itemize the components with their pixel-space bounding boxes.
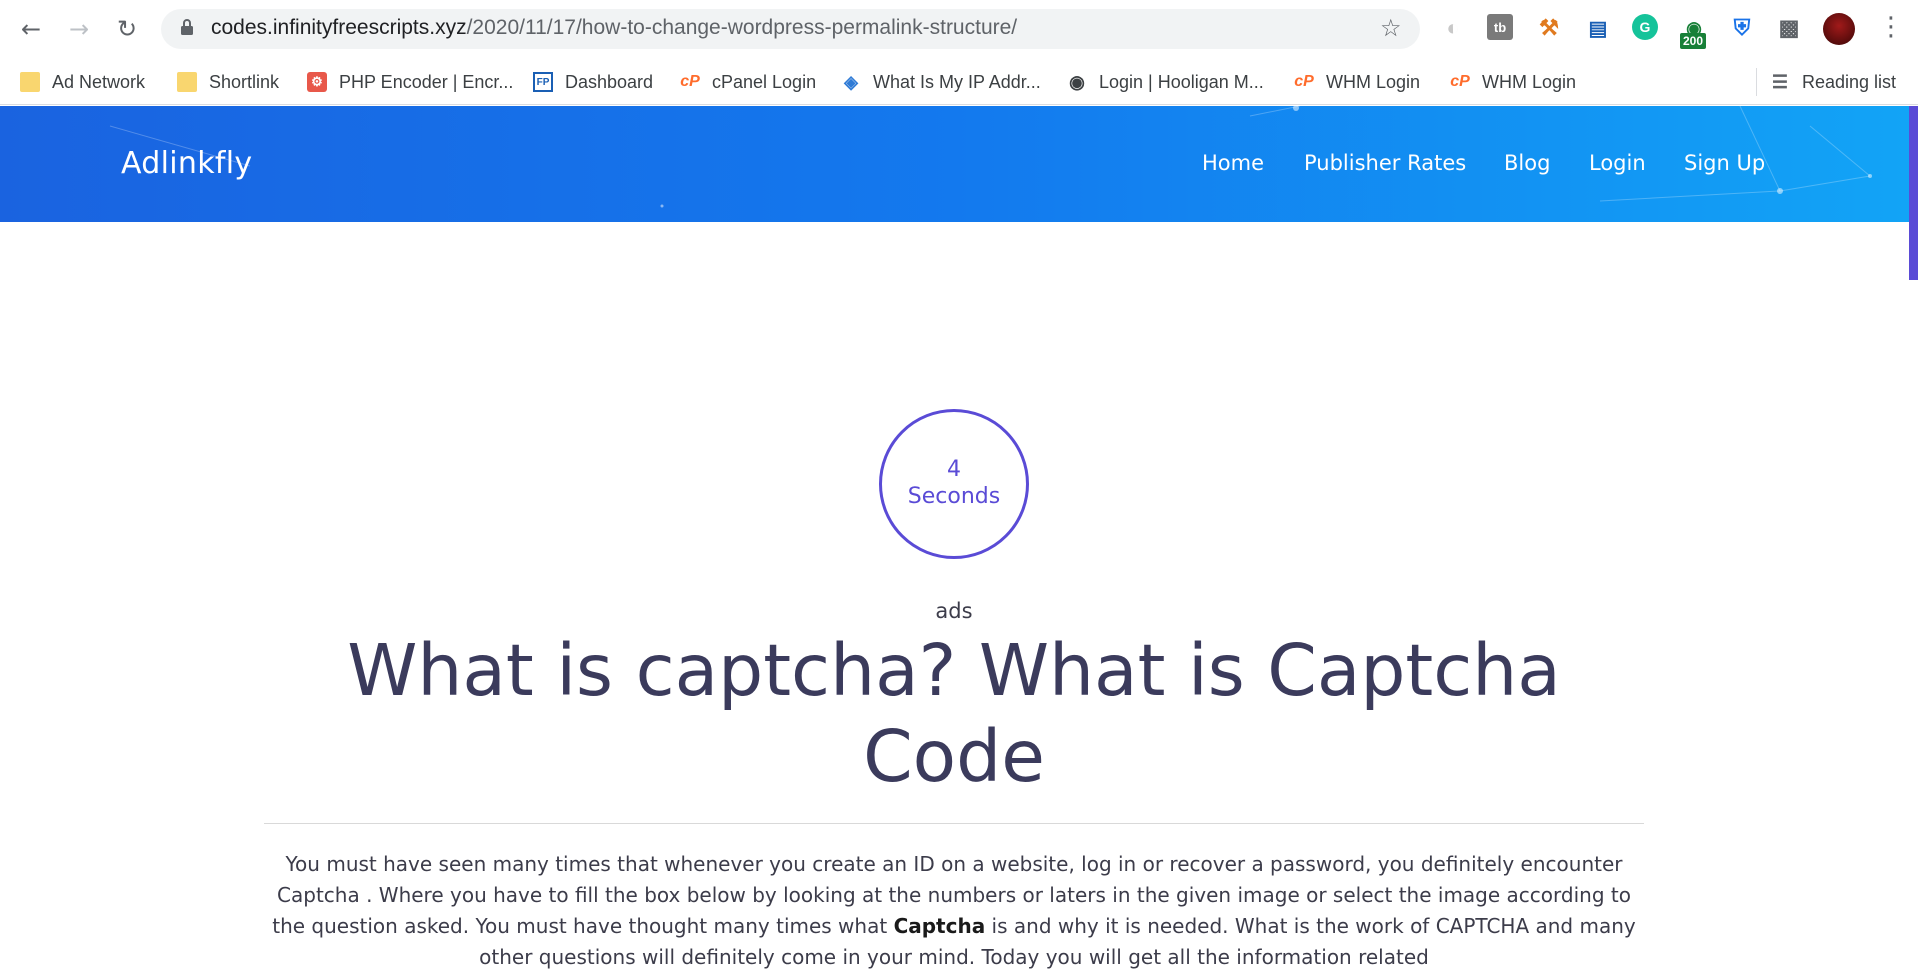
site-header: Adlinkfly Home Publisher Rates Blog Logi… (0, 106, 1912, 222)
url-path: /2020/11/17/how-to-change-wordpress-perm… (466, 16, 1018, 39)
reading-list-label: Reading list (1802, 71, 1897, 92)
browser-toolbar: ← → ↻ codes.infinityfreescripts.xyz/2020… (0, 0, 1918, 58)
url-text[interactable]: codes.infinityfreescripts.xyz/2020/11/17… (211, 16, 1017, 40)
folder-icon (20, 72, 40, 92)
fp-icon: FP (533, 72, 553, 92)
cpanel-icon: cP (1294, 73, 1314, 90)
ads-label: ads (935, 599, 973, 623)
bookmark-php-encoder[interactable]: ⚙ PHP Encoder | Encr... (307, 68, 513, 96)
bookmark-whm-login[interactable]: cP WHM Login (1294, 68, 1420, 96)
bookmark-ad-network[interactable]: Ad Network (20, 68, 145, 96)
bookmark-dashboard[interactable]: FP Dashboard (533, 68, 653, 96)
bookmark-star-icon[interactable]: ☆ (1380, 14, 1402, 42)
globe-icon: ◈ (844, 71, 858, 92)
nav-home[interactable]: Home (1202, 151, 1264, 175)
timer-number: 4 (947, 457, 961, 482)
bookmark-divider (1756, 68, 1757, 96)
nav-sign-up[interactable]: Sign Up (1684, 151, 1765, 175)
reading-list-button[interactable]: ☰ Reading list (1770, 68, 1896, 96)
bookmarks-bar: Ad Network Shortlink ⚙ PHP Encoder | Enc… (0, 58, 1918, 105)
bookmark-label: WHM Login (1326, 71, 1421, 92)
puzzle-icon[interactable]: ▩ (1775, 14, 1803, 42)
forward-icon[interactable]: → (63, 13, 95, 45)
cpanel-icon: cP (1450, 73, 1470, 90)
menu-icon[interactable]: ⋮ (1878, 12, 1904, 42)
bookmark-hooligan[interactable]: ◉ Login | Hooligan M... (1067, 68, 1264, 96)
shield-icon[interactable]: ⛨ (1728, 14, 1756, 42)
site-brand-logo[interactable]: Adlinkfly (121, 146, 252, 181)
bookmark-label: cPanel Login (712, 71, 817, 92)
nav-publisher-rates[interactable]: Publisher Rates (1304, 151, 1466, 175)
extension-badge: 200 (1680, 33, 1707, 49)
article-title: What is captcha? What is Captcha Code (347, 629, 1561, 798)
url-host: codes.infinityfreescripts.xyz (211, 16, 467, 39)
title-divider (264, 823, 1644, 824)
bookmark-label: Login | Hooligan M... (1099, 71, 1264, 92)
nav-login[interactable]: Login (1589, 151, 1646, 175)
nav-blog[interactable]: Blog (1504, 151, 1550, 175)
lock-icon[interactable] (180, 18, 194, 36)
article-bold-term: Captcha (893, 914, 986, 938)
bookmark-label: What Is My IP Addr... (873, 71, 1041, 92)
tb-extension-icon[interactable]: tb (1487, 14, 1513, 40)
bookmark-shortlink[interactable]: Shortlink (177, 68, 279, 96)
bookmark-label: Dashboard (565, 71, 654, 92)
countdown-timer: 4 Seconds (879, 409, 1029, 559)
bookmark-label: WHM Login (1482, 71, 1577, 92)
globe-icon: ◉ (1069, 71, 1085, 92)
bookmark-label: PHP Encoder | Encr... (339, 71, 514, 92)
bookmark-label: Shortlink (209, 71, 280, 92)
article-paragraph: You must have seen many times that whene… (262, 849, 1646, 973)
extension-circle-icon[interactable]: ◐ (1439, 14, 1467, 42)
bookmark-whm-login-2[interactable]: cP WHM Login (1450, 68, 1576, 96)
cpanel-icon: cP (680, 73, 700, 90)
bookmark-what-is-my-ip[interactable]: ◈ What Is My IP Addr... (841, 68, 1041, 96)
reading-list-icon: ☰ (1771, 71, 1789, 92)
grammarly-icon[interactable]: G (1632, 14, 1658, 40)
bookmark-cpanel-login[interactable]: cP cPanel Login (680, 68, 816, 96)
avatar[interactable] (1823, 13, 1855, 45)
scroll-indicator (1909, 106, 1918, 280)
folder-icon (177, 72, 197, 92)
translate-extension-icon[interactable]: ▤ (1584, 14, 1612, 42)
timer-label: Seconds (907, 484, 1001, 509)
tools-extension-icon[interactable]: ⚒ (1535, 14, 1563, 42)
bookmark-label: Ad Network (52, 71, 146, 92)
gear-icon: ⚙ (307, 72, 327, 92)
back-icon[interactable]: ← (15, 13, 47, 45)
reload-icon[interactable]: ↻ (111, 13, 143, 45)
